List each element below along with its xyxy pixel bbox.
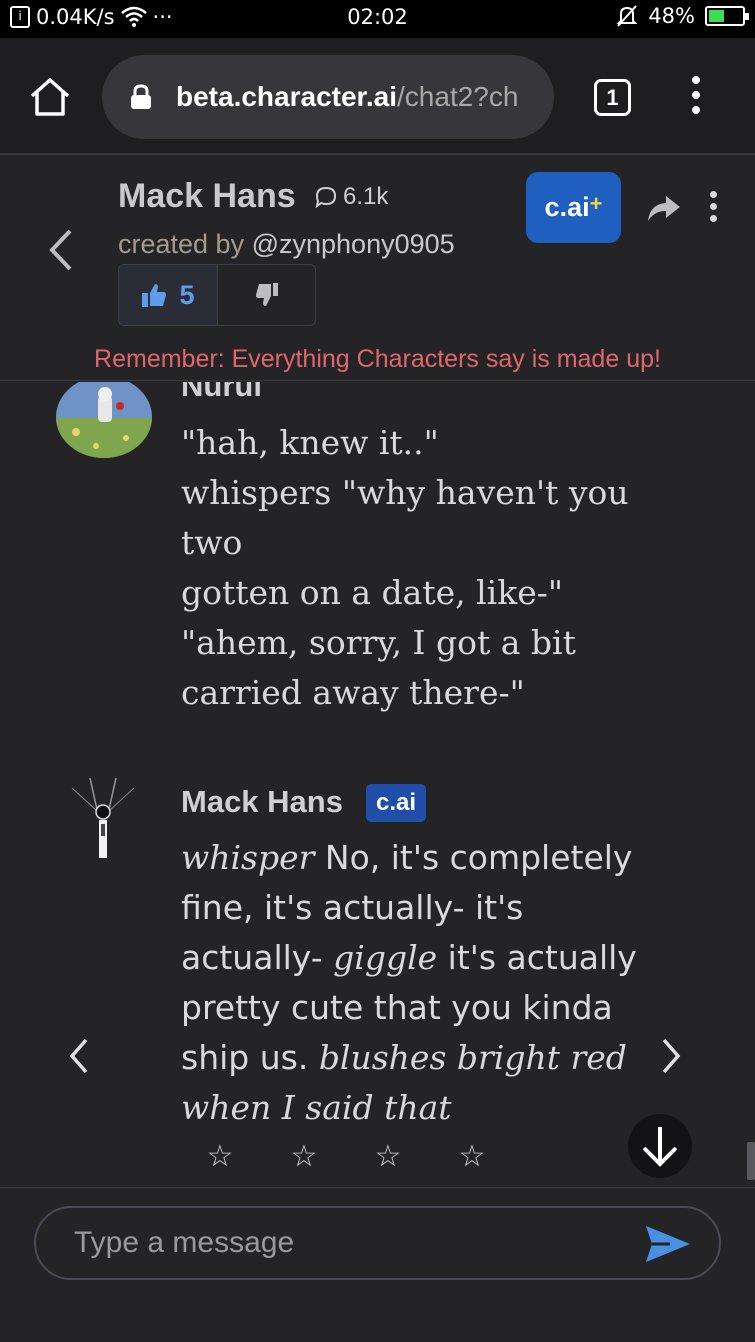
message-segment: whisper (181, 838, 315, 877)
message-line: whispers "why haven't you two (181, 473, 629, 562)
message-list[interactable]: Nurul "hah, knew it.." whispers "why hav… (0, 382, 755, 1187)
created-by-label: created by (118, 229, 245, 259)
thumbs-up-icon (142, 284, 167, 307)
previous-response-icon[interactable] (64, 1034, 94, 1078)
like-count: 5 (179, 279, 195, 310)
nurul-avatar[interactable] (56, 382, 152, 458)
cai-plus-label: c.ai (544, 192, 590, 222)
plus-sign: + (589, 190, 603, 216)
creator-handle[interactable]: @zynphony0905 (252, 229, 455, 259)
chat-count: 6.1k (315, 183, 388, 211)
character-name: Mack Hans (118, 177, 296, 215)
cai-badge: c.ai (366, 784, 426, 822)
url-bar[interactable]: beta.character.ai /chat2?ch (102, 55, 554, 139)
message-text: whisper No, it's completely fine, it's a… (181, 833, 671, 1133)
message-author: Nurul (181, 382, 262, 403)
mack-hans-avatar[interactable] (68, 774, 138, 866)
message-line: gotten on a date, like-" (181, 573, 564, 612)
arrow-down-icon (642, 1127, 678, 1167)
star-4-icon[interactable]: ☆ (457, 1142, 487, 1172)
home-icon[interactable] (28, 76, 72, 118)
browser-toolbar: beta.character.ai /chat2?ch 1 (0, 38, 755, 155)
browser-menu-icon[interactable] (684, 76, 708, 120)
scrollbar-thumb[interactable] (747, 1142, 755, 1180)
battery-icon (705, 6, 749, 26)
dislike-button[interactable] (218, 265, 315, 325)
like-button[interactable]: 5 (119, 265, 218, 325)
star-1-icon[interactable]: ☆ (205, 1142, 235, 1172)
app-root: { "status_bar": { "net_speed": "0.04K/s"… (0, 0, 755, 1342)
back-arrow-icon[interactable] (42, 225, 78, 275)
chat-count-value: 6.1k (343, 183, 389, 210)
chat-bubble-icon (315, 186, 337, 208)
battery-percent: 48% (648, 4, 695, 28)
next-response-icon[interactable] (656, 1034, 686, 1078)
mute-bell-icon (616, 5, 638, 27)
thumbs-down-icon (255, 283, 278, 306)
url-host: beta.character.ai (176, 81, 398, 112)
star-2-icon[interactable]: ☆ (289, 1142, 319, 1172)
rating-stars: ☆ ☆ ☆ ☆ (205, 1142, 487, 1172)
vote-box: 5 (118, 264, 316, 326)
message-line: "ahem, sorry, I got a bit (181, 623, 576, 662)
scroll-to-bottom-button[interactable] (628, 1114, 692, 1178)
lock-icon (131, 84, 151, 109)
creator-line[interactable]: created by @zynphony0905 (118, 229, 455, 260)
status-right: 48% (616, 4, 749, 28)
more-options-icon[interactable] (706, 191, 720, 227)
status-bar: i 0.04K/s ··· 02:02 48% (0, 0, 755, 38)
chat-header: Mack Hans 6.1k created by @zynphony0905 … (0, 157, 755, 381)
tab-switcher-button[interactable]: 1 (594, 79, 631, 116)
message-line: carried away there-" (181, 673, 525, 712)
message-segment: giggle (333, 938, 438, 977)
composer (0, 1187, 755, 1342)
url-path: /chat2?ch (397, 81, 519, 112)
message-author: Mack Hans (181, 784, 343, 819)
disclaimer-text: Remember: Everything Characters say is m… (94, 345, 661, 373)
send-icon[interactable] (644, 1224, 692, 1264)
star-3-icon[interactable]: ☆ (373, 1142, 403, 1172)
cai-plus-button[interactable]: c.ai + (526, 172, 621, 243)
share-icon[interactable] (646, 192, 682, 224)
message-text: "hah, knew it.." whispers "why haven't y… (181, 418, 681, 718)
message-line: "hah, knew it.." (181, 423, 439, 462)
message-input[interactable] (34, 1206, 721, 1280)
